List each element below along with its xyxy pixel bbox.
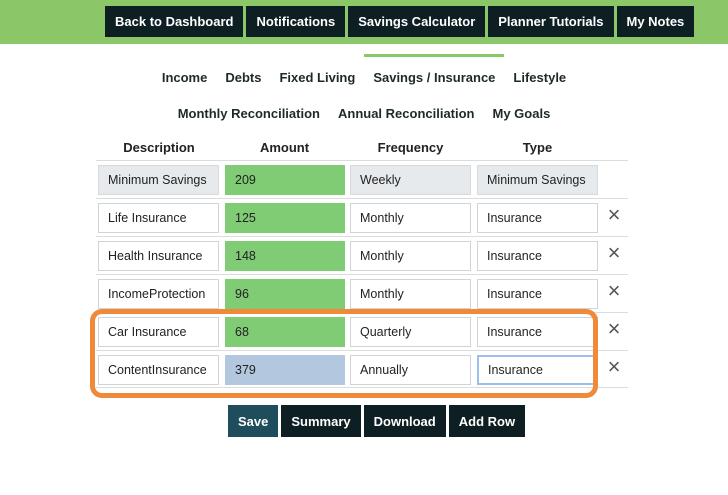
table-row: Car Insurance 68 Quarterly Insurance ×: [96, 312, 628, 350]
tab-savings-insurance[interactable]: Savings / Insurance: [364, 54, 505, 85]
close-x-icon[interactable]: ×: [604, 280, 624, 302]
summary-button[interactable]: Summary: [281, 405, 361, 437]
table-header: Description Amount Frequency Type: [96, 134, 628, 160]
download-button[interactable]: Download: [363, 405, 446, 437]
frequency-select[interactable]: Monthly: [350, 279, 471, 309]
back-to-dashboard-button[interactable]: Back to Dashboard: [105, 6, 244, 37]
table-row: IncomeProtection 96 Monthly Insurance ×: [96, 274, 628, 312]
amount-field[interactable]: 209: [225, 165, 345, 195]
close-x-icon[interactable]: ×: [604, 318, 624, 340]
type-select[interactable]: Insurance: [477, 203, 598, 233]
top-navigation: Back to Dashboard Notifications Savings …: [105, 6, 695, 37]
description-field[interactable]: Car Insurance: [98, 317, 219, 347]
frequency-select[interactable]: Monthly: [350, 203, 471, 233]
header-frequency: Frequency: [377, 139, 444, 155]
table-row: Life Insurance 125 Monthly Insurance ×: [96, 198, 628, 236]
savings-insurance-table: Description Amount Frequency Type Minimu…: [96, 134, 628, 388]
type-select[interactable]: Insurance: [477, 279, 598, 309]
tab-lifestyle[interactable]: Lifestyle: [504, 70, 575, 85]
frequency-select[interactable]: Quarterly: [350, 317, 471, 347]
header-description: Description: [123, 139, 195, 155]
type-select[interactable]: Insurance: [477, 241, 598, 271]
description-field[interactable]: Life Insurance: [98, 203, 219, 233]
frequency-select[interactable]: Monthly: [350, 241, 471, 271]
table-row: ContentInsurance 379 Annually Insurance …: [96, 350, 628, 388]
type-select[interactable]: Minimum Savings: [477, 165, 598, 195]
description-field[interactable]: IncomeProtection: [98, 279, 219, 309]
amount-field[interactable]: 148: [225, 241, 345, 271]
tab-annual-reconciliation[interactable]: Annual Reconciliation: [329, 106, 484, 121]
close-x-icon[interactable]: ×: [604, 242, 624, 264]
amount-field[interactable]: 96: [225, 279, 345, 309]
description-field[interactable]: ContentInsurance: [98, 355, 219, 385]
description-field[interactable]: Minimum Savings: [98, 165, 219, 195]
table-row: Health Insurance 148 Monthly Insurance ×: [96, 236, 628, 274]
tab-debts[interactable]: Debts: [216, 70, 270, 85]
action-buttons: Save Summary Download Add Row: [228, 405, 526, 437]
type-select[interactable]: Insurance: [477, 355, 598, 385]
section-tabs-primary: Income Debts Fixed Living Savings / Insu…: [0, 54, 728, 85]
tab-fixed-living[interactable]: Fixed Living: [270, 70, 364, 85]
frequency-select[interactable]: Weekly: [350, 165, 471, 195]
type-select[interactable]: Insurance: [477, 317, 598, 347]
my-notes-button[interactable]: My Notes: [616, 6, 695, 37]
notifications-button[interactable]: Notifications: [246, 6, 346, 37]
save-button[interactable]: Save: [228, 405, 279, 437]
close-x-icon[interactable]: ×: [604, 356, 624, 378]
header-type: Type: [522, 139, 553, 155]
description-field[interactable]: Health Insurance: [98, 241, 219, 271]
close-x-icon[interactable]: ×: [604, 204, 624, 226]
section-tabs-secondary: Monthly Reconciliation Annual Reconcilia…: [0, 106, 728, 121]
tab-income[interactable]: Income: [153, 70, 217, 85]
amount-field[interactable]: 125: [225, 203, 345, 233]
amount-field[interactable]: 68: [225, 317, 345, 347]
amount-field[interactable]: 379: [225, 355, 345, 385]
frequency-select[interactable]: Annually: [350, 355, 471, 385]
tab-my-goals[interactable]: My Goals: [484, 106, 560, 121]
planner-tutorials-button[interactable]: Planner Tutorials: [488, 6, 614, 37]
table-row: Minimum Savings 209 Weekly Minimum Savin…: [96, 160, 628, 198]
header-amount: Amount: [259, 139, 310, 155]
savings-calculator-button[interactable]: Savings Calculator: [348, 6, 486, 37]
tab-monthly-reconciliation[interactable]: Monthly Reconciliation: [169, 106, 329, 121]
add-row-button[interactable]: Add Row: [448, 405, 526, 437]
